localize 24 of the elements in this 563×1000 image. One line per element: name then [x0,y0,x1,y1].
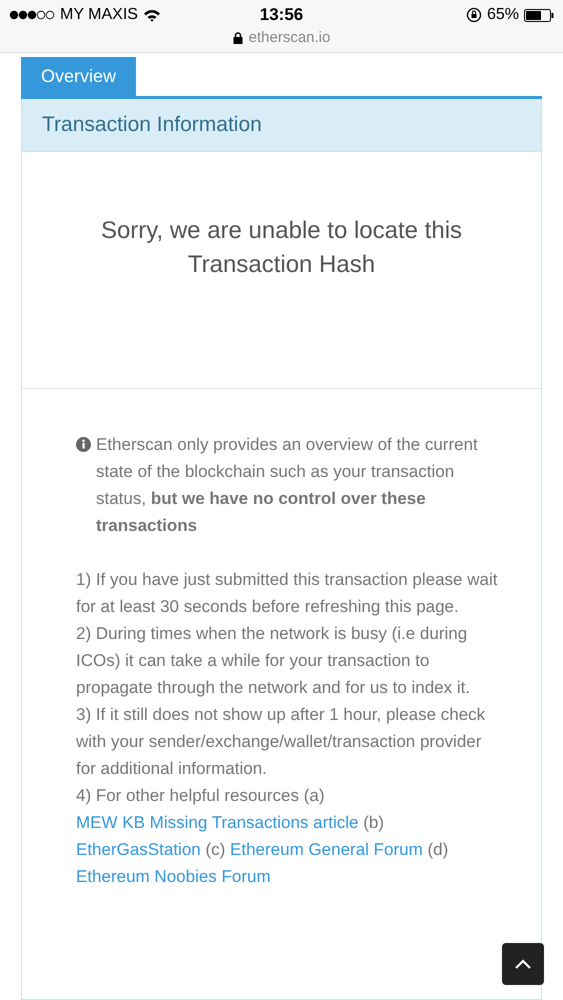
battery-percent: 65% [486,6,519,24]
resource-link[interactable]: EtherGasStation [76,840,201,859]
rotation-lock-icon [466,7,482,23]
clock-time: 13:56 [260,5,304,25]
resource-link[interactable]: Ethereum General Forum [230,840,423,859]
info-icon [76,437,91,452]
help-step: 4) For other helpful resources (a) MEW KB Missing Transactions article (b) EtherGasStation (c) Ethereum General Forum (d) Ethereum Noobies Forum [76,782,501,890]
resource-link[interactable]: MEW KB Missing Transactions article [76,813,358,832]
back-to-top-button[interactable] [502,943,544,985]
battery-icon [524,8,554,22]
lock-icon [232,32,243,44]
url-text[interactable]: etherscan.io [248,29,330,46]
help-step: 1) If you have just submitted this transaction please wait for at least 30 seconds before refreshing this page. [76,566,501,620]
wifi-icon [142,8,161,22]
signal-icon [9,10,55,20]
carrier-name: MY MAXIS [60,6,138,24]
caret-up-icon [514,958,532,970]
help-step: 2) During times when the network is busy (i.e during ICOs) it can take a while for your transaction to propagate through the network and for us to index it. [76,620,501,701]
resource-link[interactable]: Ethereum Noobies Forum [76,867,271,886]
help-step: 3) If it still does not show up after 1 hour, please check with your sender/exchange/wallet/transaction provider for additional information. [76,701,501,782]
overview-tab[interactable]: Overview [21,57,136,96]
panel-title: Transaction Information [42,113,262,136]
error-message: Sorry, we are unable to locate this Transaction Hash [100,216,464,280]
notice-text: Etherscan only provides an overview of the current state of the blockchain such as your transaction status, but we have no control over these transactions [96,434,479,537]
